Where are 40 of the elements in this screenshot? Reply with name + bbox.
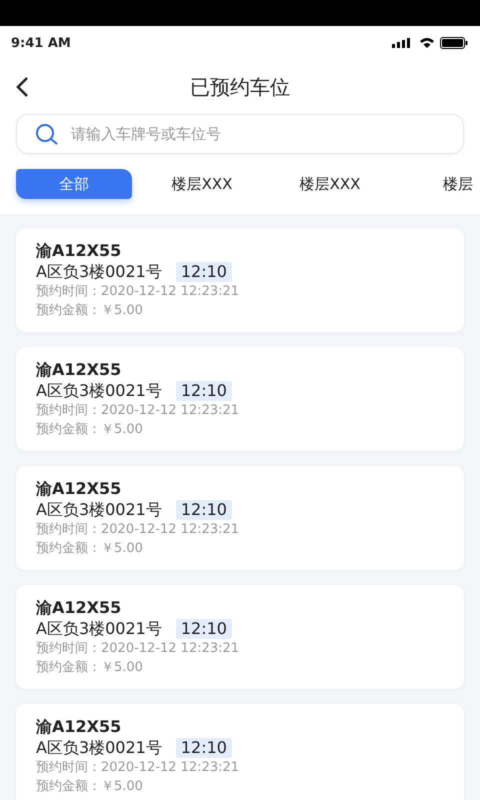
floor-tab[interactable]: 全部: [16, 169, 132, 199]
spot-location: A区负3楼0021号: [36, 738, 162, 758]
floor-tab[interactable]: 楼层XXX: [144, 169, 260, 199]
spot-location: A区负3楼0021号: [36, 619, 162, 639]
reservation-card[interactable]: 渝A12X55 A区负3楼0021号 12:10 预约时间：2020-12-12 12:23:21 预约金额：￥5.00: [16, 228, 464, 332]
duration-badge: 12:10: [176, 619, 232, 639]
reservation-time: 预约时间：2020-12-12 12:23:21: [36, 283, 240, 301]
plate-number: 渝A12X55: [36, 479, 122, 499]
plate-number: 渝A12X55: [36, 241, 122, 261]
reservation-time: 预约时间：2020-12-12 12:23:21: [36, 521, 240, 539]
duration-badge: 12:10: [176, 738, 232, 758]
spot-location: A区负3楼0021号: [36, 381, 162, 401]
spot-location: A区负3楼0021号: [36, 500, 162, 520]
plate-number: 渝A12X55: [36, 360, 122, 380]
status-time: 9:41 AM: [11, 36, 71, 50]
floor-tab[interactable]: 楼层: [400, 169, 480, 199]
reservation-time: 预约时间：2020-12-12 12:23:21: [36, 640, 240, 658]
reservation-card[interactable]: 渝A12X55 A区负3楼0021号 12:10 预约时间：2020-12-12 12:23:21 预约金额：￥5.00: [16, 585, 464, 689]
back-icon[interactable]: [15, 76, 31, 98]
page-title: 已预约车位: [190, 74, 290, 100]
reservation-amount: 预约金额：￥5.00: [36, 421, 144, 439]
floor-tab[interactable]: 楼层XXX: [272, 169, 388, 199]
duration-badge: 12:10: [176, 262, 232, 282]
reservation-amount: 预约金额：￥5.00: [36, 540, 144, 558]
search-field[interactable]: 请输入车牌号或车位号: [16, 114, 464, 154]
reservation-card[interactable]: 渝A12X55 A区负3楼0021号 12:10 预约时间：2020-12-12 12:23:21 预约金额：￥5.00: [16, 347, 464, 451]
reservation-time: 预约时间：2020-12-12 12:23:21: [36, 402, 240, 420]
duration-badge: 12:10: [176, 381, 232, 401]
plate-number: 渝A12X55: [36, 598, 122, 618]
reservation-card[interactable]: 渝A12X55 A区负3楼0021号 12:10 预约时间：2020-12-12 12:23:21 预约金额：￥5.00: [16, 466, 464, 570]
wifi-icon: [419, 37, 435, 49]
reservation-card[interactable]: 渝A12X55 A区负3楼0021号 12:10 预约时间：2020-12-12 12:23:21 预约金额：￥5.00: [16, 704, 464, 800]
reservation-time: 预约时间：2020-12-12 12:23:21: [36, 759, 240, 777]
reservation-amount: 预约金额：￥5.00: [36, 659, 144, 677]
reservation-amount: 预约金额：￥5.00: [36, 778, 144, 796]
reservation-amount: 预约金额：￥5.00: [36, 302, 144, 320]
duration-badge: 12:10: [176, 500, 232, 520]
battery-icon: [440, 37, 468, 49]
spot-location: A区负3楼0021号: [36, 262, 162, 282]
plate-number: 渝A12X55: [36, 717, 122, 737]
